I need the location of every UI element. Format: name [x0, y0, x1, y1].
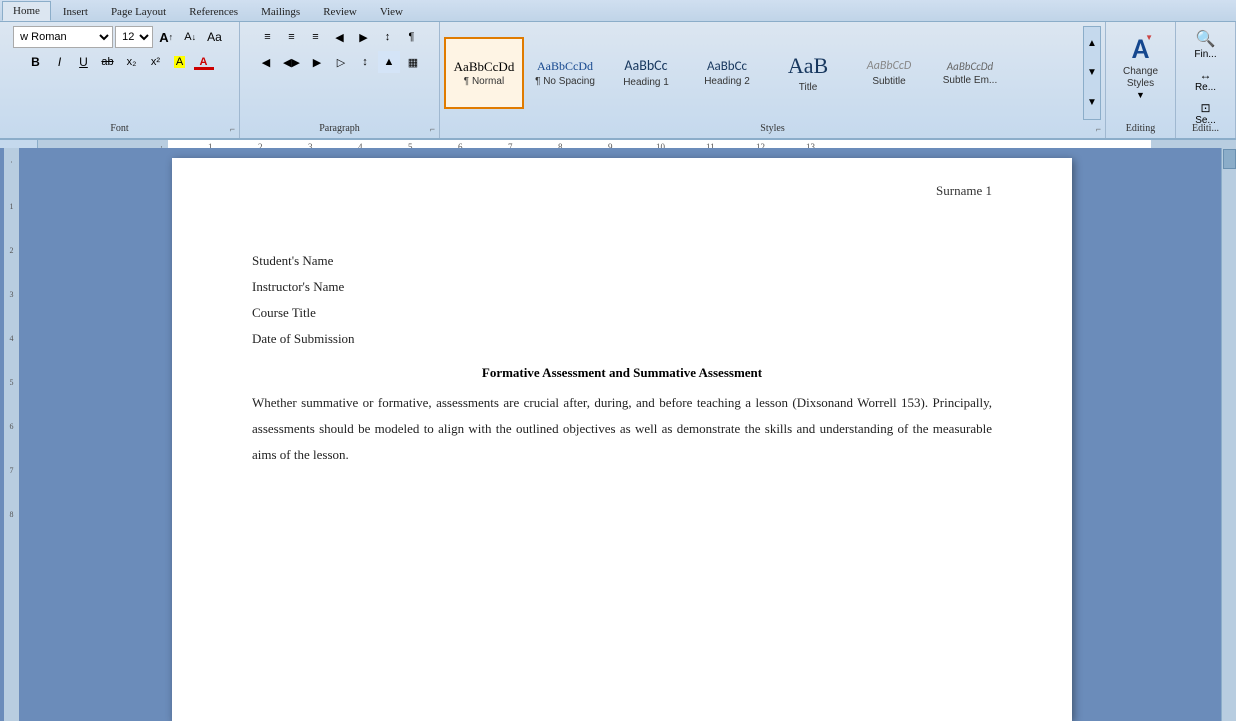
italic-btn[interactable]: I	[49, 51, 71, 73]
paragraph-group-label: Paragraph	[240, 123, 439, 134]
tab-mailings[interactable]: Mailings	[250, 2, 311, 21]
styles-scroll-down-btn[interactable]: ▼	[1087, 67, 1097, 78]
vertical-ruler-margin: · 1 2 3 4 5 6 7 8	[0, 148, 23, 721]
tab-insert[interactable]: Insert	[52, 2, 99, 21]
tab-references[interactable]: References	[178, 2, 249, 21]
justify-btn[interactable]: ▷	[330, 51, 352, 73]
replace-btn[interactable]: ↔ Re...	[1180, 65, 1231, 96]
date-submission-line: Date of Submission	[252, 326, 992, 352]
paragraph-group: ≡ ≡ ≡ ◀ ▶ ↕ ¶ ◀ ◀▶ ▶ ▷ ↕ ▲ ▦ Paragraph ⌐	[240, 22, 440, 138]
show-para-btn[interactable]: ¶	[401, 26, 423, 48]
shading-btn[interactable]: ▲	[378, 51, 400, 73]
font-name-select[interactable]: w Roman Times New Roman Arial	[13, 26, 113, 48]
align-center-btn[interactable]: ◀▶	[279, 51, 304, 73]
styles-scroll-container: ▲ ▼ ▼	[1083, 26, 1101, 120]
content-area: · 1 2 3 4 5 6 7 8 Surname 1 Student's Na…	[0, 148, 1236, 721]
style-no-spacing-btn[interactable]: AaBbCcDd ¶ No Spacing	[525, 37, 605, 109]
course-title-line: Course Title	[252, 300, 992, 326]
styles-more-btn[interactable]: ▼	[1087, 97, 1097, 108]
change-styles-group-label: Editing	[1106, 123, 1175, 134]
bold-btn[interactable]: B	[25, 51, 47, 73]
line-spacing-btn[interactable]: ↕	[354, 51, 376, 73]
subscript-btn[interactable]: x₂	[121, 51, 143, 73]
align-left-btn[interactable]: ◀	[255, 51, 277, 73]
scrollbar-thumb[interactable]	[1223, 149, 1236, 169]
styles-group-expand[interactable]: ⌐	[1096, 124, 1101, 134]
tab-page-layout[interactable]: Page Layout	[100, 2, 177, 21]
vertical-scrollbar[interactable]	[1221, 148, 1236, 721]
style-heading2-btn[interactable]: AaBbCc Heading 2	[687, 37, 767, 109]
text-highlight-btn[interactable]: A	[169, 51, 191, 73]
ribbon: w Roman Times New Roman Arial 12 10 11 1…	[0, 22, 1236, 140]
styles-scroll-up-btn[interactable]: ▲	[1087, 38, 1097, 49]
font-size-select[interactable]: 12 10 11 14 16	[115, 26, 153, 48]
tab-home[interactable]: Home	[2, 1, 51, 21]
font-grow-btn[interactable]: A↑	[155, 26, 177, 48]
underline-btn[interactable]: U	[73, 51, 95, 73]
font-group-label: Font	[0, 123, 239, 134]
find-group-label: Editi...	[1176, 123, 1235, 134]
strikethrough-btn[interactable]: ab	[97, 51, 119, 73]
superscript-btn[interactable]: x²	[145, 51, 167, 73]
style-subtitle-btn[interactable]: AaBbCcD Subtitle	[849, 37, 929, 109]
numbering-btn[interactable]: ≡	[281, 26, 303, 48]
change-styles-btn[interactable]: A ▼ ChangeStyles ▼	[1110, 26, 1171, 105]
multilevel-btn[interactable]: ≡	[305, 26, 327, 48]
document-page[interactable]: Surname 1 Student's Name Instructor's Na…	[172, 158, 1072, 721]
find-btn[interactable]: 🔍 Fin...	[1180, 26, 1231, 63]
page-header: Surname 1	[936, 178, 992, 204]
style-normal-btn[interactable]: AaBbCcDd ¶ Normal	[444, 37, 524, 109]
borders-btn[interactable]: ▦	[402, 51, 424, 73]
bullets-btn[interactable]: ≡	[257, 26, 279, 48]
styles-group: AaBbCcDd ¶ Normal AaBbCcDd ¶ No Spacing …	[440, 22, 1106, 138]
font-color-btn[interactable]: A	[193, 51, 215, 73]
page-scroll-container: Surname 1 Student's Name Instructor's Na…	[23, 148, 1221, 721]
font-group-expand[interactable]: ⌐	[230, 124, 235, 134]
ribbon-tabs: Home Insert Page Layout References Maili…	[0, 0, 1236, 22]
body-paragraph-1[interactable]: Whether summative or formative, assessme…	[252, 390, 992, 468]
vertical-ruler: · 1 2 3 4 5 6 7 8	[4, 148, 19, 721]
paragraph-group-expand[interactable]: ⌐	[430, 124, 435, 134]
style-title-btn[interactable]: AaB Title	[768, 37, 848, 109]
change-case-btn[interactable]: Aa	[203, 26, 226, 48]
instructor-name-line: Instructor's Name	[252, 274, 992, 300]
font-group: w Roman Times New Roman Arial 12 10 11 1…	[0, 22, 240, 138]
student-name-line: Student's Name	[252, 248, 992, 274]
tab-review[interactable]: Review	[312, 2, 368, 21]
find-edit-group: 🔍 Fin... ↔ Re... ⊡ Se... Editi...	[1176, 22, 1236, 138]
styles-group-label: Styles	[440, 123, 1105, 134]
sort-btn[interactable]: ↕	[377, 26, 399, 48]
document-title: Formative Assessment and Summative Asses…	[252, 360, 992, 386]
decrease-indent-btn[interactable]: ◀	[329, 26, 351, 48]
align-right-btn[interactable]: ▶	[306, 51, 328, 73]
tab-view[interactable]: View	[369, 2, 414, 21]
style-subtle-em-btn[interactable]: AaBbCcDd Subtle Em...	[930, 37, 1010, 109]
increase-indent-btn[interactable]: ▶	[353, 26, 375, 48]
style-heading1-btn[interactable]: AaBbCc Heading 1	[606, 37, 686, 109]
font-shrink-btn[interactable]: A↓	[179, 26, 201, 48]
change-styles-group: A ▼ ChangeStyles ▼ Editing	[1106, 22, 1176, 138]
